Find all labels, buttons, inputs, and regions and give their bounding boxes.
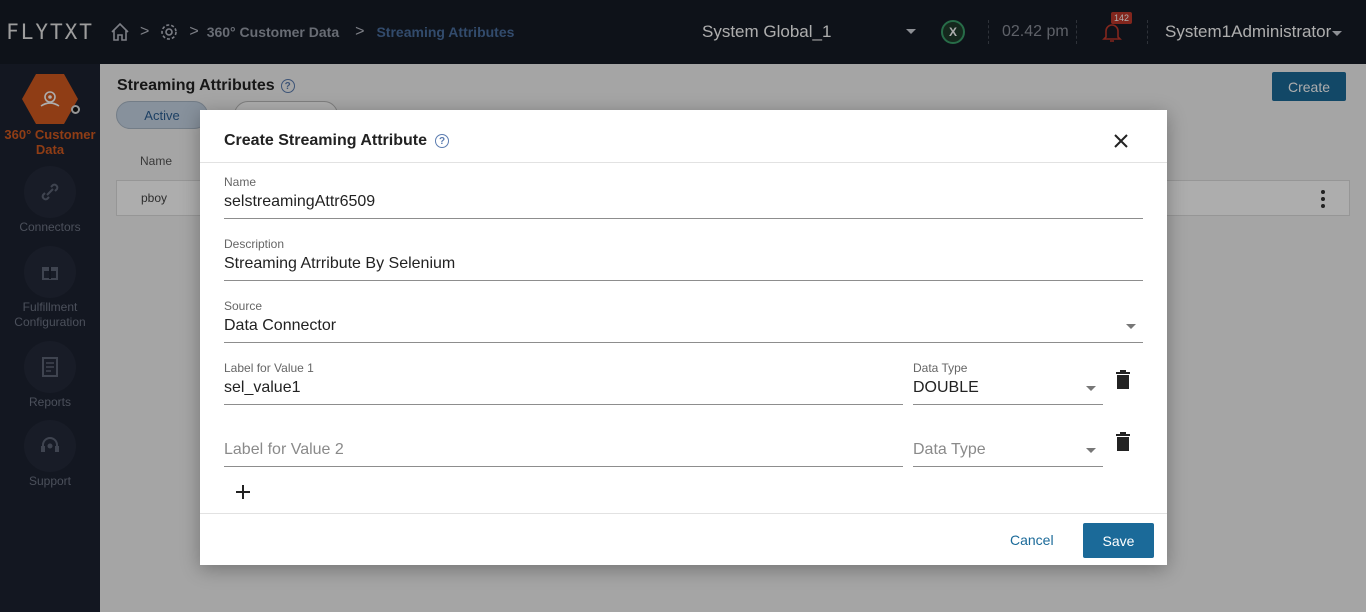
description-field[interactable]: Description Streaming Atrribute By Selen… bbox=[224, 237, 1143, 281]
value1-data-type-select[interactable]: Data Type DOUBLE bbox=[913, 361, 1103, 405]
value2-label-field[interactable]: Label for Value 2 bbox=[224, 423, 903, 467]
dialog-header: Create Streaming Attribute ? bbox=[200, 110, 1167, 163]
delete-value2-icon[interactable] bbox=[1115, 432, 1131, 452]
name-label: Name bbox=[224, 175, 257, 189]
source-label: Source bbox=[224, 299, 263, 313]
value2-data-type-placeholder[interactable]: Data Type bbox=[913, 441, 986, 459]
value2-data-type-select[interactable]: Data Type bbox=[913, 423, 1103, 467]
dialog-title-text: Create Streaming Attribute bbox=[224, 132, 427, 149]
help-icon[interactable]: ? bbox=[435, 134, 449, 148]
value1-label: Label for Value 1 bbox=[224, 361, 314, 375]
dialog-title: Create Streaming Attribute ? bbox=[224, 132, 449, 150]
value1-data-type-label: Data Type bbox=[913, 361, 968, 375]
name-field[interactable]: Name selstreamingAttr6509 bbox=[224, 175, 1143, 219]
save-button[interactable]: Save bbox=[1083, 523, 1154, 558]
delete-value1-icon[interactable] bbox=[1115, 370, 1131, 390]
source-value[interactable]: Data Connector bbox=[224, 317, 336, 335]
cancel-button[interactable]: Cancel bbox=[1010, 532, 1054, 548]
value1-data-type-value[interactable]: DOUBLE bbox=[913, 379, 979, 397]
name-value[interactable]: selstreamingAttr6509 bbox=[224, 193, 375, 211]
create-streaming-attribute-dialog: Create Streaming Attribute ? Name selstr… bbox=[200, 110, 1167, 565]
value1-value[interactable]: sel_value1 bbox=[224, 379, 301, 397]
caret-down-icon[interactable] bbox=[1086, 448, 1096, 453]
source-select[interactable]: Source Data Connector bbox=[224, 299, 1143, 343]
description-label: Description bbox=[224, 237, 285, 251]
caret-down-icon[interactable] bbox=[1086, 386, 1096, 391]
add-value-icon[interactable] bbox=[234, 483, 252, 501]
caret-down-icon[interactable] bbox=[1126, 324, 1136, 329]
close-icon[interactable] bbox=[1112, 132, 1132, 152]
dialog-footer: Cancel Save bbox=[200, 513, 1167, 565]
value1-label-field[interactable]: Label for Value 1 sel_value1 bbox=[224, 361, 903, 405]
description-value[interactable]: Streaming Atrribute By Selenium bbox=[224, 255, 455, 273]
value2-placeholder[interactable]: Label for Value 2 bbox=[224, 441, 344, 459]
